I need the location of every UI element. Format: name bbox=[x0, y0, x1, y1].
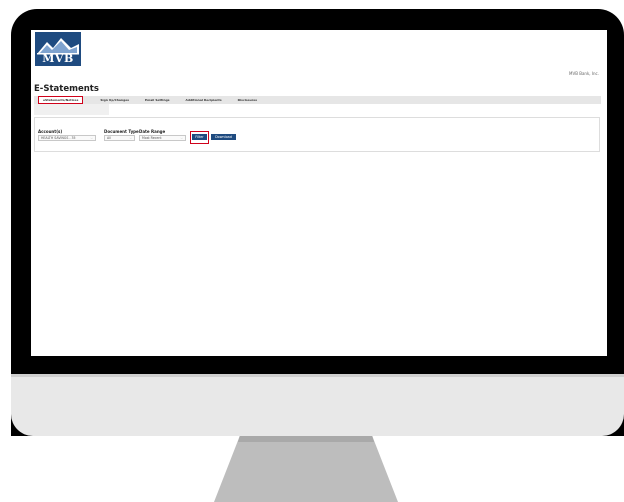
date-range-value: Most Recent bbox=[142, 136, 162, 140]
filter-panel: Account(s) HEALTH SAVINGS - 35 ⌵ Documen… bbox=[34, 117, 600, 152]
bank-name: MVB Bank, Inc. bbox=[569, 71, 599, 76]
download-button[interactable]: Download bbox=[211, 134, 236, 140]
tab-additional-recipients[interactable]: Additional Recipients bbox=[181, 96, 227, 104]
tab-email-settings[interactable]: Email Settings bbox=[140, 96, 174, 104]
chevron-down-icon: ⌵ bbox=[180, 136, 183, 140]
monitor-chin bbox=[11, 374, 624, 436]
screen: MVB MVB Bank, Inc. E-Statements eStateme… bbox=[31, 30, 607, 356]
document-type-label: Document Type bbox=[104, 129, 139, 134]
tab-estatements-notices[interactable]: eStatements/Notices bbox=[38, 96, 84, 104]
document-type-value: All bbox=[107, 136, 111, 140]
tab-disclosures[interactable]: Disclosures bbox=[233, 96, 262, 104]
tab-bar: eStatements/Notices Sign Up/Changes Emai… bbox=[34, 96, 601, 104]
filter-button[interactable]: Filter bbox=[192, 134, 207, 140]
tab-sign-up-changes[interactable]: Sign Up/Changes bbox=[95, 96, 134, 104]
account-select[interactable]: HEALTH SAVINGS - 35 ⌵ bbox=[38, 135, 96, 141]
monitor-stand-shadow bbox=[237, 436, 375, 442]
date-range-label: Date Range bbox=[139, 129, 166, 134]
monitor-chin-separator bbox=[11, 374, 624, 377]
document-type-select[interactable]: All ⌵ bbox=[104, 135, 135, 141]
bank-logo[interactable]: MVB bbox=[35, 32, 81, 66]
active-tab-indicator bbox=[34, 104, 109, 115]
account-select-value: HEALTH SAVINGS - 35 bbox=[41, 136, 76, 140]
page-title: E-Statements bbox=[34, 84, 99, 94]
account-label: Account(s) bbox=[38, 129, 63, 134]
chevron-down-icon: ⌵ bbox=[90, 136, 93, 140]
chevron-down-icon: ⌵ bbox=[129, 136, 132, 140]
logo-text: MVB bbox=[42, 52, 74, 65]
monitor-stand bbox=[214, 436, 398, 502]
date-range-select[interactable]: Most Recent ⌵ bbox=[139, 135, 186, 141]
